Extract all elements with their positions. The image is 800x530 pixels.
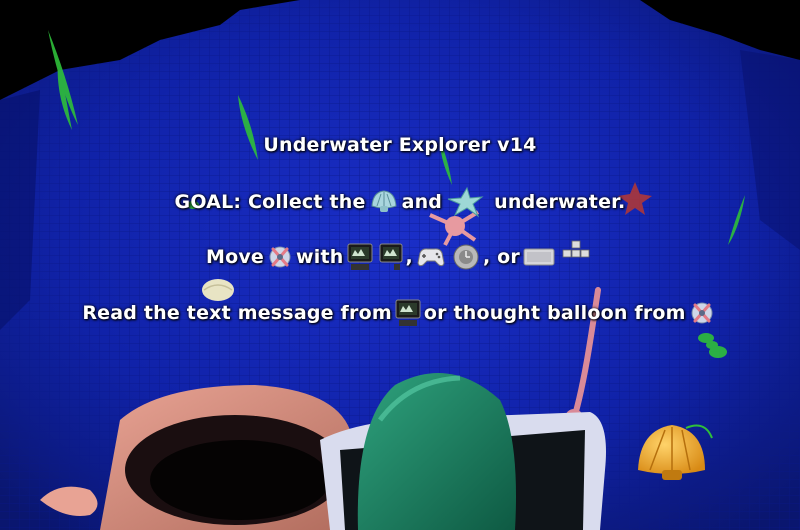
underwater-scene xyxy=(0,0,800,530)
distant-clam xyxy=(202,279,234,301)
game-viewport[interactable]: Underwater Explorer v14 GOAL: Collect th… xyxy=(0,0,800,530)
